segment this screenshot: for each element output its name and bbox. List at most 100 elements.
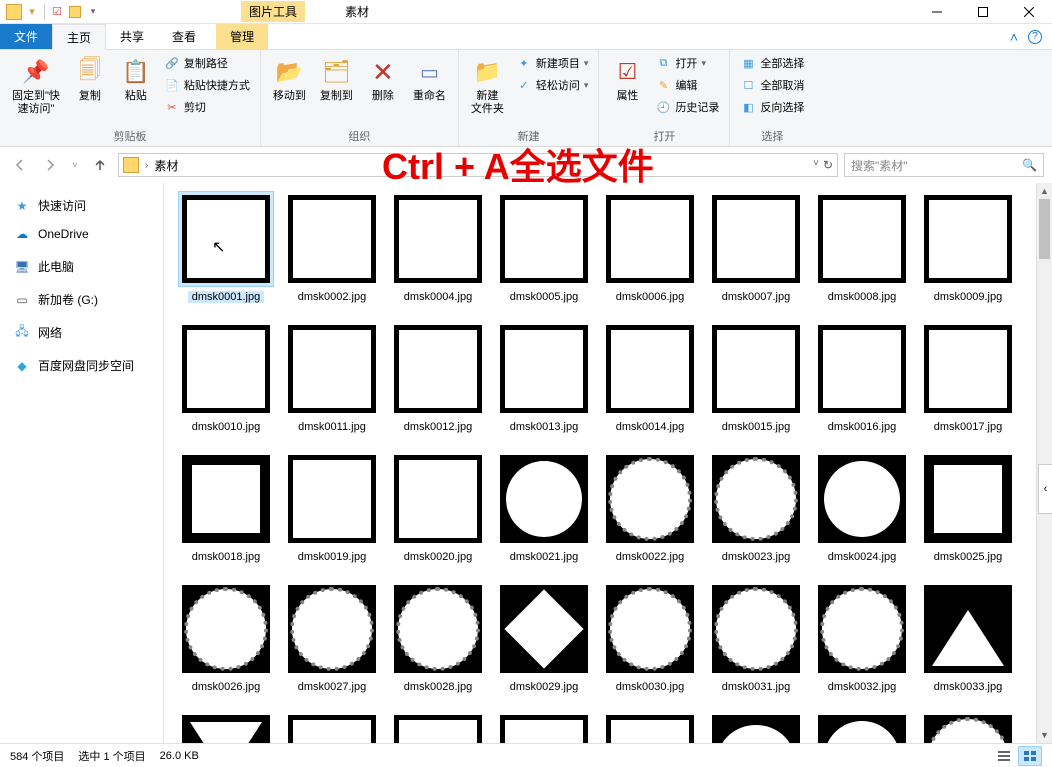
thumbnail-image xyxy=(818,715,906,743)
file-thumbnail[interactable]: dmsk0029.jpg xyxy=(494,581,594,693)
copy-to-button[interactable]: 🗂复制到 xyxy=(316,54,357,105)
file-thumbnail[interactable]: dmsk0022.jpg xyxy=(600,451,700,563)
file-thumbnail[interactable]: dmsk0032.jpg xyxy=(812,581,912,693)
qat-dropdown-icon[interactable]: ▾ xyxy=(85,4,101,20)
close-button[interactable] xyxy=(1006,0,1052,24)
view-details-button[interactable] xyxy=(992,746,1016,766)
tab-share[interactable]: 共享 xyxy=(106,24,158,49)
file-thumbnail[interactable]: dmsk0023.jpg xyxy=(706,451,806,563)
maximize-button[interactable] xyxy=(960,0,1006,24)
minimize-button[interactable] xyxy=(914,0,960,24)
invert-selection-button[interactable]: ◧反向选择 xyxy=(738,98,806,116)
rename-button[interactable]: ▭重命名 xyxy=(409,54,450,105)
file-thumbnail[interactable] xyxy=(282,711,382,743)
sidebar-item[interactable]: ◆百度网盘同步空间 xyxy=(0,351,163,380)
address-folder-name[interactable]: 素材 xyxy=(154,157,178,174)
properties-button[interactable]: ☑属性 xyxy=(607,54,647,105)
recent-button[interactable]: ˅ xyxy=(68,153,82,177)
file-thumbnail[interactable]: dmsk0021.jpg xyxy=(494,451,594,563)
file-thumbnail[interactable]: dmsk0006.jpg xyxy=(600,191,700,303)
file-thumbnail[interactable]: dmsk0033.jpg xyxy=(918,581,1018,693)
new-folder-button[interactable]: 📁新建 文件夹 xyxy=(467,54,508,118)
file-thumbnail[interactable]: dmsk0024.jpg xyxy=(812,451,912,563)
file-thumbnail[interactable]: dmsk0013.jpg xyxy=(494,321,594,433)
refresh-icon[interactable]: ↻ xyxy=(823,158,833,172)
folder-open-icon[interactable]: ▾ xyxy=(24,4,40,20)
file-thumbnail[interactable] xyxy=(176,711,276,743)
edit-button[interactable]: ✎编辑 xyxy=(653,76,721,94)
file-thumbnail[interactable] xyxy=(706,711,806,743)
file-thumbnail[interactable]: dmsk0008.jpg xyxy=(812,191,912,303)
file-thumbnail[interactable]: dmsk0018.jpg xyxy=(176,451,276,563)
file-thumbnail[interactable]: dmsk0004.jpg xyxy=(388,191,488,303)
view-thumbnails-button[interactable] xyxy=(1018,746,1042,766)
new-item-button[interactable]: ✦新建项目▾ xyxy=(514,54,591,72)
file-thumbnail[interactable]: dmsk0011.jpg xyxy=(282,321,382,433)
open-button[interactable]: ⧉打开▾ xyxy=(653,54,721,72)
sidebar-item[interactable]: ▭新加卷 (G:) xyxy=(0,285,163,314)
tab-file[interactable]: 文件 xyxy=(0,24,52,49)
file-thumbnail[interactable]: dmsk0009.jpg xyxy=(918,191,1018,303)
history-button[interactable]: 🕘历史记录 xyxy=(653,98,721,116)
sidebar-item[interactable]: 🖧网络 xyxy=(0,318,163,347)
file-thumbnail[interactable] xyxy=(388,711,488,743)
file-thumbnail[interactable]: dmsk0005.jpg xyxy=(494,191,594,303)
folder-small-icon[interactable] xyxy=(67,4,83,20)
forward-button[interactable] xyxy=(38,153,62,177)
file-thumbnail[interactable]: dmsk0002.jpg xyxy=(282,191,382,303)
sidebar-item[interactable]: 🖥此电脑 xyxy=(0,252,163,281)
file-thumbnail[interactable] xyxy=(600,711,700,743)
file-thumbnail[interactable]: dmsk0014.jpg xyxy=(600,321,700,433)
file-thumbnail[interactable]: dmsk0020.jpg xyxy=(388,451,488,563)
tab-manage[interactable]: 管理 xyxy=(216,24,268,49)
file-thumbnail[interactable]: dmsk0031.jpg xyxy=(706,581,806,693)
file-thumbnail[interactable] xyxy=(494,711,594,743)
address-dropdown-icon[interactable]: ˅ xyxy=(813,158,819,172)
file-thumbnail[interactable] xyxy=(918,711,1018,743)
file-thumbnail[interactable]: dmsk0026.jpg xyxy=(176,581,276,693)
edge-panel-toggle[interactable]: ‹ xyxy=(1038,464,1052,514)
file-thumbnail[interactable]: dmsk0010.jpg xyxy=(176,321,276,433)
pin-to-quick-access-button[interactable]: 📌 固定到"快 速访问" xyxy=(8,54,64,118)
file-thumbnail[interactable]: dmsk0025.jpg xyxy=(918,451,1018,563)
file-thumbnail[interactable] xyxy=(812,711,912,743)
file-thumbnail[interactable]: dmsk0019.jpg xyxy=(282,451,382,563)
paste-button[interactable]: 📋 粘贴 xyxy=(116,54,156,105)
paste-shortcut-button[interactable]: 📄粘贴快捷方式 xyxy=(162,76,252,94)
copy-button[interactable]: 🗐 复制 xyxy=(70,54,110,105)
file-thumbnail[interactable]: dmsk0012.jpg xyxy=(388,321,488,433)
tab-view[interactable]: 查看 xyxy=(158,24,210,49)
copy-path-button[interactable]: 🔗复制路径 xyxy=(162,54,252,72)
sidebar-item[interactable]: ★快速访问 xyxy=(0,191,163,220)
select-none-button[interactable]: ☐全部取消 xyxy=(738,76,806,94)
scroll-up-icon[interactable]: ▲ xyxy=(1037,183,1052,199)
file-thumbnail[interactable]: dmsk0001.jpg xyxy=(176,191,276,303)
chevron-right-icon[interactable]: › xyxy=(145,160,148,171)
cut-button[interactable]: ✂剪切 xyxy=(162,98,252,116)
scrollbar-thumb[interactable] xyxy=(1039,199,1050,259)
search-icon[interactable]: 🔍 xyxy=(1022,158,1037,172)
file-thumbnail[interactable]: dmsk0007.jpg xyxy=(706,191,806,303)
easy-access-button[interactable]: ✓轻松访问▾ xyxy=(514,76,591,94)
properties-icon[interactable]: ☑ xyxy=(49,4,65,20)
file-thumbnail[interactable]: dmsk0028.jpg xyxy=(388,581,488,693)
file-thumbnail[interactable]: dmsk0015.jpg xyxy=(706,321,806,433)
content-pane[interactable]: dmsk0001.jpgdmsk0002.jpgdmsk0004.jpgdmsk… xyxy=(164,183,1052,743)
file-thumbnail[interactable]: dmsk0017.jpg xyxy=(918,321,1018,433)
select-all-button[interactable]: ▦全部选择 xyxy=(738,54,806,72)
back-button[interactable] xyxy=(8,153,32,177)
ribbon-collapse-icon[interactable]: ˄ xyxy=(1010,29,1018,45)
file-thumbnail[interactable]: dmsk0030.jpg xyxy=(600,581,700,693)
scroll-down-icon[interactable]: ▼ xyxy=(1037,727,1052,743)
file-thumbnail[interactable]: dmsk0027.jpg xyxy=(282,581,382,693)
sidebar-item[interactable]: ☁OneDrive xyxy=(0,220,163,248)
move-to-button[interactable]: 📂移动到 xyxy=(269,54,310,105)
scrollbar-vertical[interactable]: ▲ ▼ xyxy=(1036,183,1052,743)
help-icon[interactable]: ? xyxy=(1028,30,1042,44)
search-input[interactable]: 搜索"素材" 🔍 xyxy=(844,153,1044,177)
delete-button[interactable]: ✕删除 xyxy=(363,54,403,105)
file-thumbnail[interactable]: dmsk0016.jpg xyxy=(812,321,912,433)
tab-home[interactable]: 主页 xyxy=(52,24,106,50)
address-bar[interactable]: › 素材 ˅ ↻ xyxy=(118,153,838,177)
up-button[interactable] xyxy=(88,153,112,177)
